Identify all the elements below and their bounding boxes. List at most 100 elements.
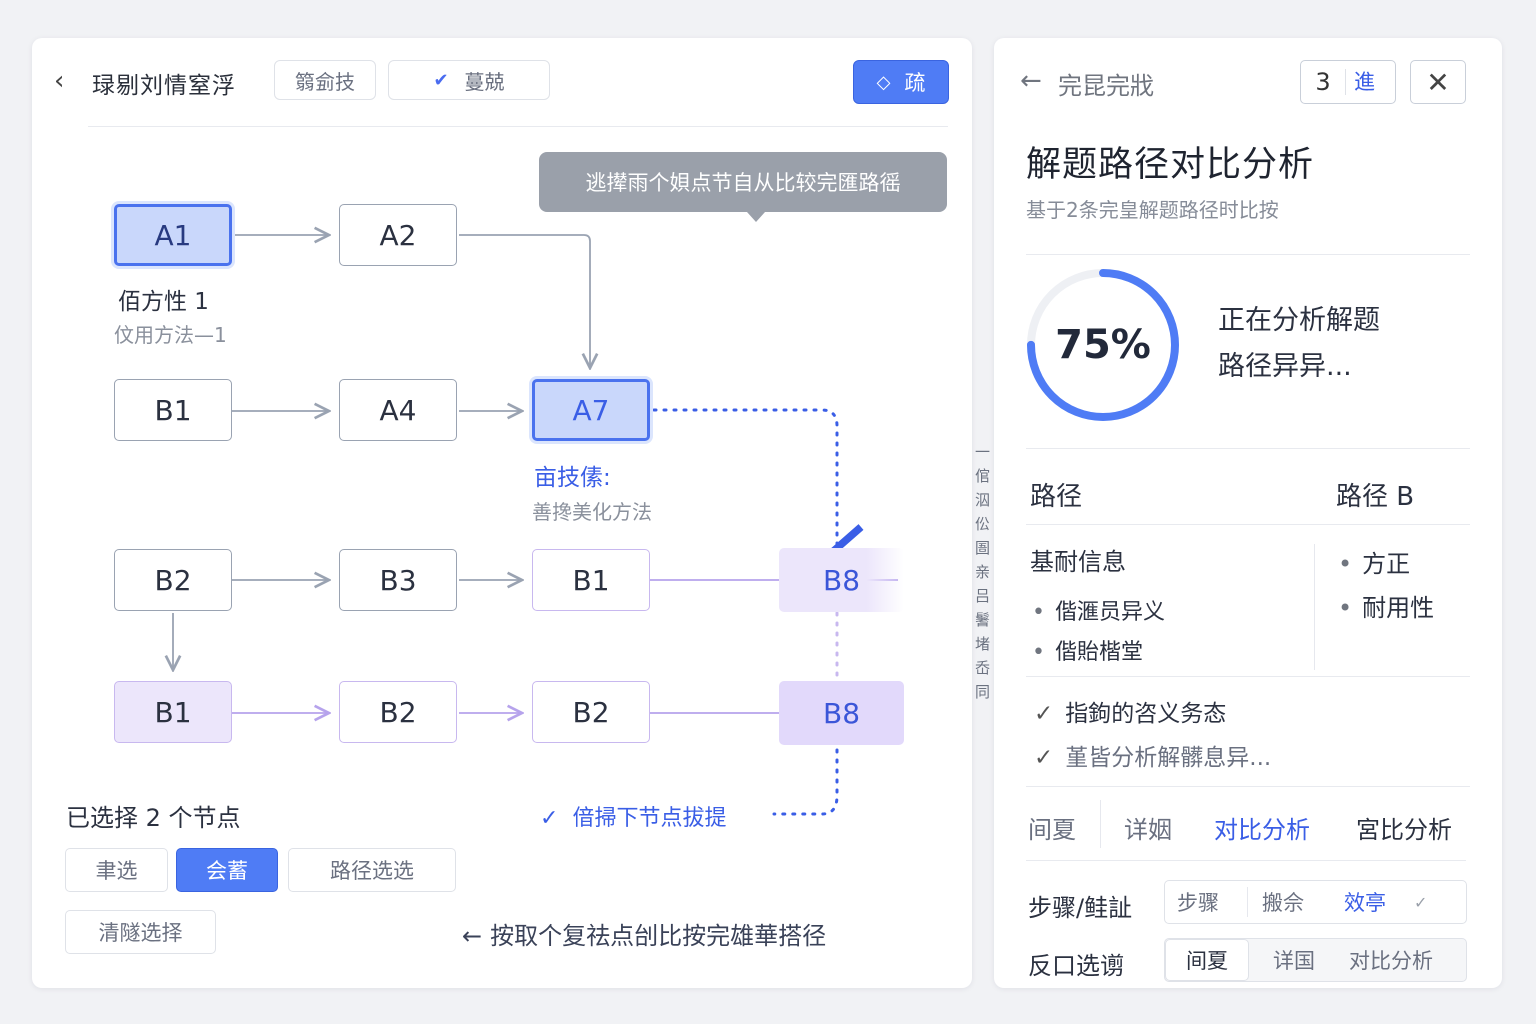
node-b2-row3-label: B2 [154,563,192,597]
check-item: ✓ 指鉤的咨义务态 [1034,694,1226,728]
node-a7-method-label: 亩技傃: [534,465,611,491]
divider [1026,524,1470,525]
view-option-1[interactable]: 间夏 [1165,939,1249,981]
close-icon: ✕ [1426,65,1450,99]
tab-compare[interactable]: 对比分析 [1214,810,1310,845]
badge-number: 3 [1315,68,1331,96]
progress-ring: 75% [1022,264,1184,426]
status-line-2: 路径异异... [1218,351,1352,382]
filter-2-label: 会蓄 [206,859,248,883]
clear-selection-label: 清隧选择 [98,921,183,945]
node-b3[interactable]: B3 [339,549,457,611]
node-b8-row4[interactable]: B8 [779,681,904,745]
node-a4[interactable]: A4 [339,379,457,441]
list-a-item-text: 偕貽楷堂 [1054,640,1143,665]
node-b3-label: B3 [379,563,417,597]
arrow-left-icon[interactable]: ← [1020,66,1042,96]
bullet-icon: • [1032,600,1045,625]
step-option-3[interactable]: 效亭 [1344,887,1386,917]
filter-3-button[interactable]: 路径选选 [288,848,456,892]
node-b1-row3[interactable]: B1 [532,549,650,611]
bottom-hint-text: 按取个复祛点刣比按完雄華搭径 [490,922,827,950]
edge-a2-a7 [459,234,590,368]
basic-info-heading: 基耐信息 [1030,548,1126,576]
confirm-node-label: 偣掃下节点拔提 [572,806,727,831]
tab-divider [1100,800,1101,848]
node-a2-label: A2 [379,218,417,252]
node-b2-row3[interactable]: B2 [114,549,232,611]
node-a1-method-label: 佰方性 1 [118,289,209,315]
node-b2-row4b[interactable]: B2 [532,681,650,743]
panel-header-title: 完昆完戕 [1058,72,1154,100]
graph-edges [32,38,898,816]
vertical-side-text: 一倌泅伀圄亲吕鬐堵岙同 [975,443,991,701]
check-icon: ✓ [1414,892,1428,912]
list-a-item: • 偕貽楷堂 [1032,634,1143,666]
node-b2-row4b-label: B2 [572,695,610,729]
node-b1-row4-label: B1 [154,695,192,729]
divider [1026,860,1466,861]
tab-detail[interactable]: 详姻 [1124,810,1172,845]
node-b8-row3[interactable]: B8 [779,548,904,612]
check-icon: ✓ [1034,701,1054,727]
divider [1026,254,1470,255]
view-option-label: 反口选谫 [1028,952,1124,980]
step-filter-group: 步骤 搬佘 效亭 ✓ [1164,880,1467,924]
column-divider [1314,544,1315,670]
view-option-2[interactable]: 详国 [1273,945,1315,975]
node-a1[interactable]: A1 [114,204,232,266]
panel-subtitle: 基于2条完皇解题路径时比按 [1026,198,1279,222]
tab-overview[interactable]: 间夏 [1028,810,1076,845]
graph-panel: ‹ 琭剔刘情窒浮 篛侴技 ✔ 蔓兢 ◇ 疏 逃撵雨个㛝点节自从比较完匯路徭 A1… [32,38,972,988]
step-option-1[interactable]: 步骤 [1177,887,1219,917]
node-a7-label: A7 [572,393,610,427]
edge-b8-confirm-dotted [772,748,839,816]
check-icon: ✓ [540,806,559,831]
status-line-1: 正在分析解题 [1218,305,1380,336]
node-a7[interactable]: A7 [532,379,650,441]
edge-a7-b8-dotted [652,408,864,572]
node-a2[interactable]: A2 [339,204,457,266]
clear-selection-button[interactable]: 清隧选择 [65,910,216,954]
step-filter-label: 步骤/鲑訨 [1028,894,1133,922]
bullet-icon: • [1338,594,1353,622]
badge-text: 進 [1345,69,1375,95]
node-b8-row4-label: B8 [822,696,861,730]
list-b-item-text: 耐用性 [1362,594,1435,622]
node-a4-label: A4 [379,393,417,427]
check-icon: ✓ [1034,745,1054,771]
divider [1026,448,1470,449]
tab-compare-2[interactable]: 宮比分析 [1356,810,1452,845]
list-b-item: • 耐用性 [1338,588,1434,623]
node-b1-row4[interactable]: B1 [114,681,232,743]
bullet-icon: • [1338,550,1353,578]
filter-1-label: 聿选 [95,859,138,883]
filter-2-button[interactable]: 会蓄 [176,848,278,892]
list-a-item: • 偕滙员异义 [1032,594,1165,626]
check-item-text: 指鉤的咨义务态 [1065,701,1227,727]
bottom-hint: ← 按取个复祛点刣比按完雄華搭径 [462,916,826,951]
node-a1-label: A1 [154,218,192,252]
node-a7-method-sub: 善搀美化方法 [532,500,652,524]
view-tabs: 间夏 详姻 对比分析 宮比分析 [1028,800,1468,862]
column-path-a: 路径 [1030,482,1083,512]
confirm-node-link[interactable]: ✓ 偣掃下节点拔提 [540,800,726,832]
view-option-3[interactable]: 对比分析 [1349,945,1433,975]
selected-count: 已选择 2 个节点 [66,804,241,832]
step-option-2[interactable]: 搬佘 [1247,887,1304,917]
node-b2-row4a[interactable]: B2 [339,681,457,743]
node-b2-row4a-label: B2 [379,695,417,729]
list-b-item-text: 方正 [1362,550,1411,578]
count-badge-button[interactable]: 3 進 [1300,60,1396,104]
progress-percent: 75% [1055,322,1151,368]
node-b1-row3-label: B1 [572,563,610,597]
bullet-icon: • [1032,640,1045,665]
node-b1-row2[interactable]: B1 [114,379,232,441]
list-a-item-text: 偕滙员异义 [1054,600,1165,625]
close-button[interactable]: ✕ [1410,60,1466,104]
list-b-item: • 方正 [1338,544,1410,579]
divider [1026,786,1470,787]
arrow-left-icon: ← [462,922,483,950]
view-option-group: 间夏 详国 对比分析 [1164,938,1467,982]
filter-1-button[interactable]: 聿选 [65,848,168,892]
